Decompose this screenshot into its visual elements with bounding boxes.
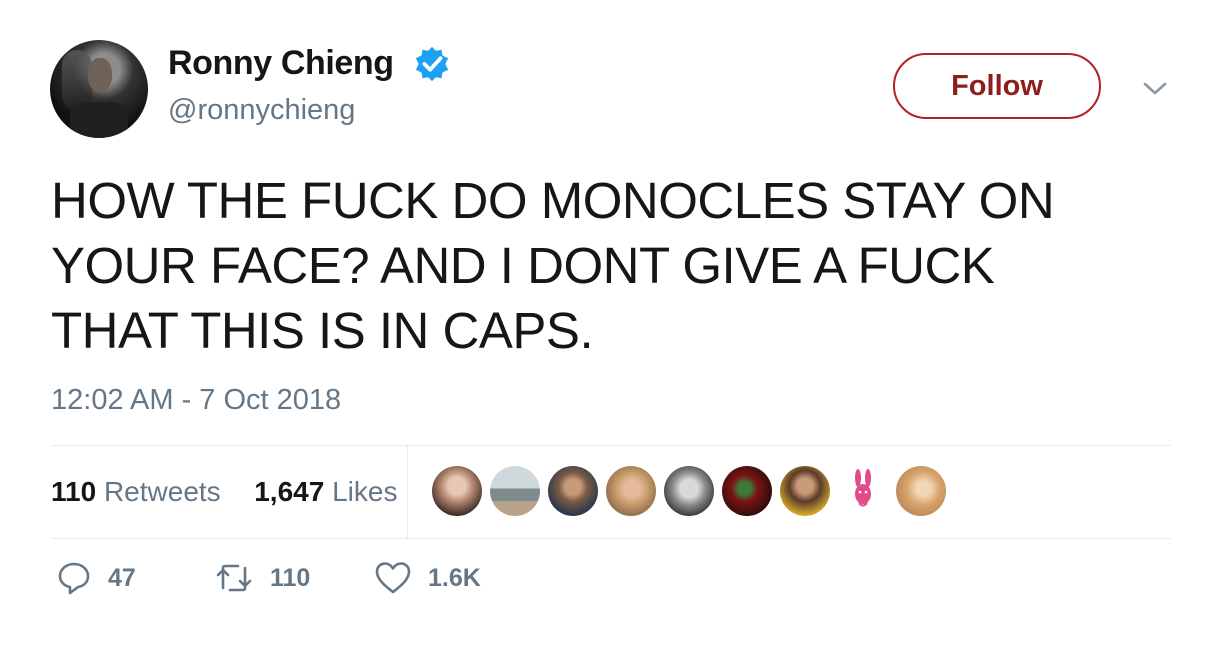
liker-avatar-7[interactable]: [780, 466, 830, 516]
verified-badge-icon: [415, 46, 449, 82]
retweet-button[interactable]: 110: [214, 560, 310, 596]
user-handle[interactable]: @ronnychieng: [168, 94, 355, 127]
tweet-text: HOW THE FUCK DO MONOCLES STAY ON YOUR FA…: [51, 168, 1171, 363]
liker-avatar-5[interactable]: [664, 466, 714, 516]
liker-avatar-8[interactable]: [838, 466, 888, 516]
retweets-count: 110: [51, 476, 97, 507]
liker-avatar-3[interactable]: [548, 466, 598, 516]
heart-icon: [375, 562, 411, 594]
avatar-face: [88, 58, 112, 92]
follow-button[interactable]: Follow: [893, 53, 1101, 119]
retweet-icon: [216, 564, 252, 592]
liker-avatar-2[interactable]: [490, 466, 540, 516]
stats-separator: [407, 446, 408, 538]
liker-avatar-9[interactable]: [896, 466, 946, 516]
avatar-suit: [70, 102, 128, 138]
reply-count: 47: [108, 563, 136, 592]
retweets-label: Retweets: [103, 476, 221, 507]
retweets-stat[interactable]: 110 Retweets: [51, 476, 228, 507]
liker-avatar-6[interactable]: [722, 466, 772, 516]
liker-avatar-4[interactable]: [606, 466, 656, 516]
like-count: 1.6K: [428, 563, 481, 592]
engagement-stats: 110 Retweets 1,647 Likes: [51, 476, 397, 508]
divider-bottom: [51, 538, 1171, 539]
divider-top: [51, 445, 1171, 446]
chevron-down-icon[interactable]: [1142, 79, 1168, 97]
tweet-timestamp[interactable]: 12:02 AM - 7 Oct 2018: [51, 384, 341, 417]
likes-label: Likes: [332, 476, 398, 507]
tweet-line: YOUR FACE? AND I DONT GIVE A FUCK: [51, 237, 995, 294]
profile-avatar[interactable]: [50, 40, 148, 138]
tweet-line: THAT THIS IS IN CAPS.: [51, 302, 594, 359]
reply-icon: [58, 562, 90, 595]
like-button[interactable]: 1.6K: [374, 560, 481, 596]
tweet-line: HOW THE FUCK DO MONOCLES STAY ON: [51, 172, 1055, 229]
user-name[interactable]: Ronny Chieng: [168, 44, 394, 83]
reply-button[interactable]: 47: [56, 560, 136, 596]
liker-avatar-1[interactable]: [432, 466, 482, 516]
likes-stat[interactable]: 1,647 Likes: [254, 476, 397, 507]
likes-count: 1,647: [254, 476, 325, 507]
retweet-count: 110: [270, 563, 311, 592]
